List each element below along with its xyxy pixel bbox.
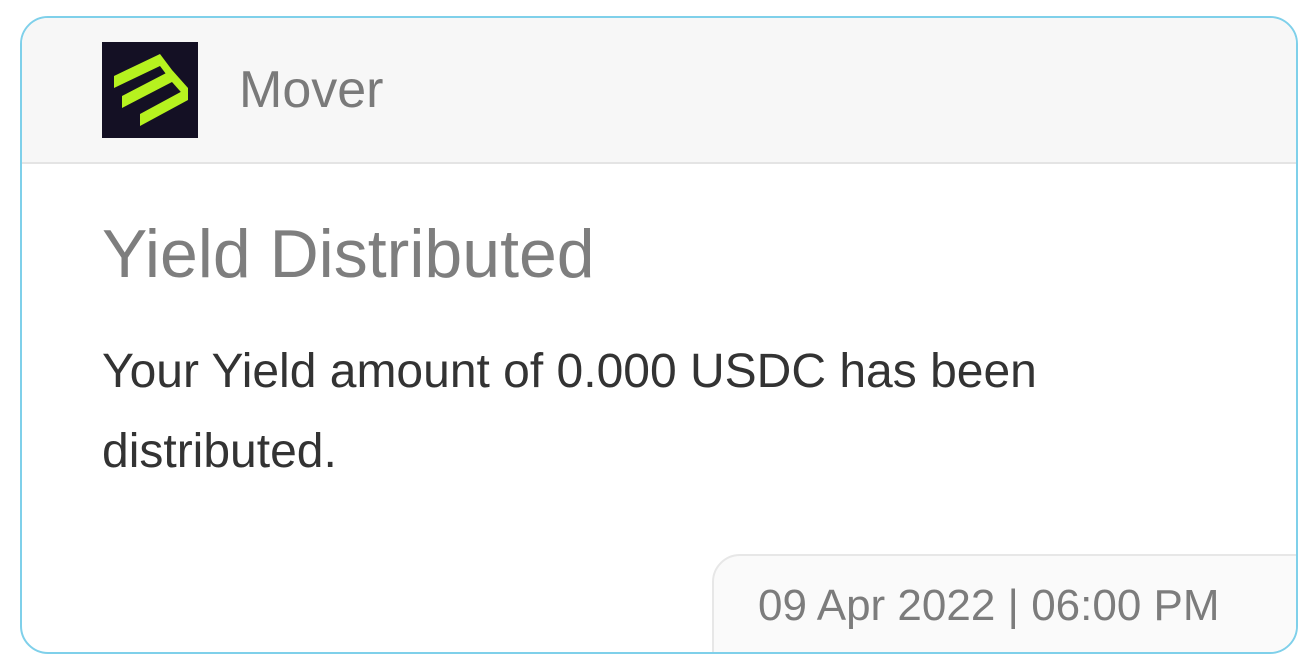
- mover-logo-icon: [102, 42, 198, 138]
- timestamp-badge: 09 Apr 2022 | 06:00 PM: [712, 554, 1296, 652]
- app-name: Mover: [239, 61, 384, 119]
- notification-message: Your Yield amount of 0.000 USDC has been…: [102, 345, 1037, 478]
- notification-header: Mover: [22, 18, 1296, 164]
- notification-card: Mover Yield Distributed Your Yield amoun…: [20, 16, 1298, 654]
- notification-title: Yield Distributed: [102, 216, 595, 292]
- timestamp: 09 Apr 2022 | 06:00 PM: [758, 581, 1220, 630]
